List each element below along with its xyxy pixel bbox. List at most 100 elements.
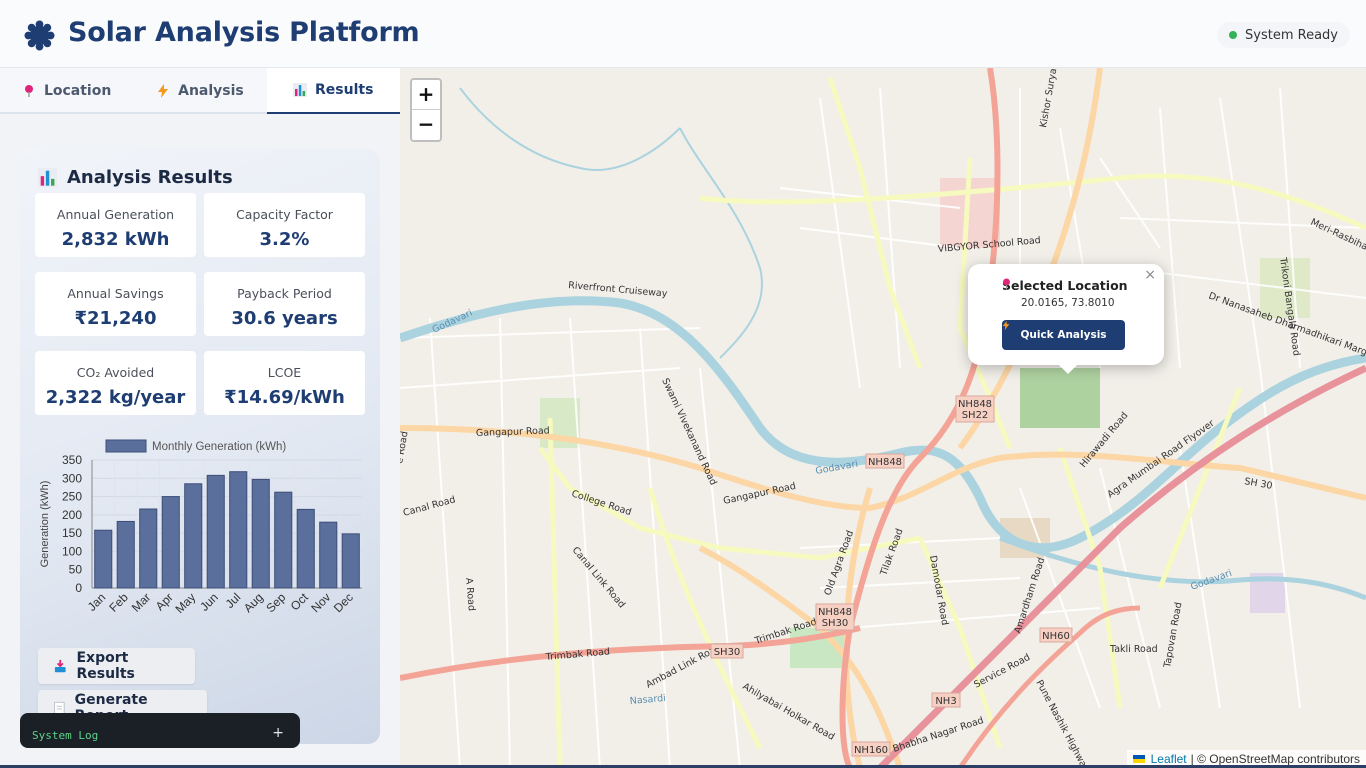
- export-results-button[interactable]: Export Results: [38, 648, 195, 684]
- status-badge: System Ready: [1217, 22, 1350, 48]
- shield-label: SH30: [714, 647, 741, 658]
- bar-chart-icon: [38, 168, 57, 187]
- tab-analysis[interactable]: Analysis: [133, 68, 266, 114]
- pin-icon: [1003, 278, 1010, 290]
- legend-label: Monthly Generation (kWh): [152, 441, 286, 453]
- system-log-panel[interactable]: System Log +: [20, 713, 300, 748]
- monthly-generation-chart: Monthly Generation (kWh) 0 50 100 150 200 250 3…: [36, 432, 366, 622]
- tab-label: Location: [43, 83, 112, 99]
- metric-annual-generation: Annual Generation 2,832 kWh: [35, 193, 196, 257]
- popup-coordinates: 20.0165, 73.8010: [1021, 297, 1115, 309]
- shield-label: NH160: [854, 745, 888, 756]
- bar-feb: [116, 520, 135, 589]
- bar-may: [184, 483, 203, 589]
- tab-results[interactable]: Results: [266, 68, 400, 114]
- metric-co2-avoided: CO₂ Avoided 2,322 kg/year: [35, 351, 196, 415]
- x-tick-label: Jul: [223, 590, 244, 611]
- sidebar: Location Analysis Results Analysis Resul…: [0, 68, 400, 768]
- map-tiles: Godavari Riverfront Cruiseway VIBGYOR Sc…: [400, 68, 1366, 768]
- x-tick-label: Dec: [331, 590, 356, 615]
- app-header: Solar Analysis Platform System Ready: [0, 0, 1366, 68]
- x-tick-label: May: [172, 590, 198, 616]
- y-tick-label: 250: [62, 490, 82, 504]
- shield-label: NH848: [818, 607, 852, 618]
- zoom-in-button[interactable]: +: [412, 80, 440, 110]
- metric-label: Annual Generation: [56, 207, 175, 222]
- map-park: [1020, 368, 1100, 428]
- bar-chart-icon: [293, 83, 308, 97]
- metric-label: LCOE: [267, 365, 302, 380]
- x-tick-label: Mar: [129, 590, 154, 615]
- results-title: Analysis Results: [38, 167, 233, 188]
- y-tick-label: 150: [62, 526, 82, 540]
- x-tick-label: Jun: [197, 590, 221, 614]
- zoom-out-button[interactable]: −: [412, 110, 440, 140]
- bar-aug: [251, 478, 270, 589]
- metric-label: CO₂ Avoided: [76, 365, 155, 380]
- bar-oct: [296, 508, 315, 589]
- x-tick-label: Nov: [308, 590, 333, 615]
- bar-jan: [94, 529, 113, 589]
- pin-icon: [22, 84, 36, 98]
- bar-jul: [229, 471, 248, 589]
- osm-attribution[interactable]: | © OpenStreetMap contributors: [1191, 752, 1360, 766]
- map-label: Takli Road: [1109, 644, 1158, 655]
- leaflet-link[interactable]: Leaflet: [1151, 752, 1187, 766]
- bar-jun: [206, 474, 225, 589]
- shield-label: NH60: [1042, 631, 1070, 642]
- metric-value: ₹21,240: [74, 308, 157, 329]
- x-tick-label: Aug: [241, 590, 266, 615]
- quick-analysis-button[interactable]: Quick Analysis: [1002, 320, 1125, 350]
- metric-value: 30.6 years: [231, 308, 338, 329]
- status-text: System Ready: [1245, 27, 1338, 43]
- results-panel: Analysis Results Annual Generation 2,832…: [20, 149, 380, 744]
- x-tick-label: Feb: [106, 590, 131, 615]
- shield-label: SH30: [822, 618, 849, 629]
- metric-label: Annual Savings: [67, 286, 164, 301]
- tab-label: Analysis: [178, 83, 244, 99]
- y-tick-label: 50: [69, 563, 83, 577]
- x-tick-label: Jan: [85, 590, 109, 614]
- metric-value: 2,322 kg/year: [45, 387, 186, 408]
- shield-label: NH848: [958, 399, 992, 410]
- bar-nov: [319, 521, 338, 589]
- quick-analysis-label: Quick Analysis: [1020, 329, 1107, 341]
- x-tick-label: Oct: [288, 590, 312, 614]
- metric-payback-period: Payback Period 30.6 years: [204, 272, 365, 336]
- metric-label: Payback Period: [237, 286, 332, 301]
- x-tick-label: Apr: [153, 590, 176, 613]
- results-title-text: Analysis Results: [67, 167, 233, 188]
- shield-label: NH3: [935, 696, 956, 707]
- shield-label: SH22: [962, 410, 989, 421]
- popup-title: Selected Location: [1002, 278, 1128, 293]
- metric-label: Capacity Factor: [236, 207, 333, 222]
- sun-gear-icon: [24, 20, 55, 51]
- metric-lcoe: LCOE ₹14.69/kWh: [204, 351, 365, 415]
- metric-capacity-factor: Capacity Factor 3.2%: [204, 193, 365, 257]
- y-axis-label: Generation (kWh): [39, 481, 51, 568]
- tab-label: Results: [315, 82, 374, 98]
- bar-mar: [139, 508, 158, 589]
- metric-value: 2,832 kWh: [61, 229, 170, 250]
- x-tick-label: Sep: [263, 590, 288, 615]
- bar-dec: [341, 533, 360, 589]
- system-log-toggle[interactable]: +: [272, 725, 284, 741]
- tab-bar: Location Analysis Results: [0, 68, 400, 114]
- tab-location[interactable]: Location: [0, 68, 133, 114]
- metric-value: 3.2%: [259, 229, 310, 250]
- metric-value: ₹14.69/kWh: [224, 387, 345, 408]
- popup-title-text: Selected Location: [1002, 278, 1128, 293]
- ukraine-flag-icon: [1132, 755, 1145, 763]
- popup-close-button[interactable]: ×: [1144, 267, 1156, 283]
- y-tick-label: 300: [62, 471, 82, 485]
- popup-tip: [1058, 364, 1078, 374]
- export-icon: [54, 659, 66, 672]
- bolt-icon: [1002, 320, 1010, 331]
- legend-swatch: [105, 439, 147, 453]
- map-view[interactable]: Godavari Riverfront Cruiseway VIBGYOR Sc…: [400, 68, 1366, 768]
- app-title: Solar Analysis Platform: [68, 17, 420, 48]
- shield-label: NH848: [868, 457, 902, 468]
- metric-annual-savings: Annual Savings ₹21,240: [35, 272, 196, 336]
- bar-sep: [274, 491, 293, 589]
- status-dot-icon: [1229, 31, 1238, 39]
